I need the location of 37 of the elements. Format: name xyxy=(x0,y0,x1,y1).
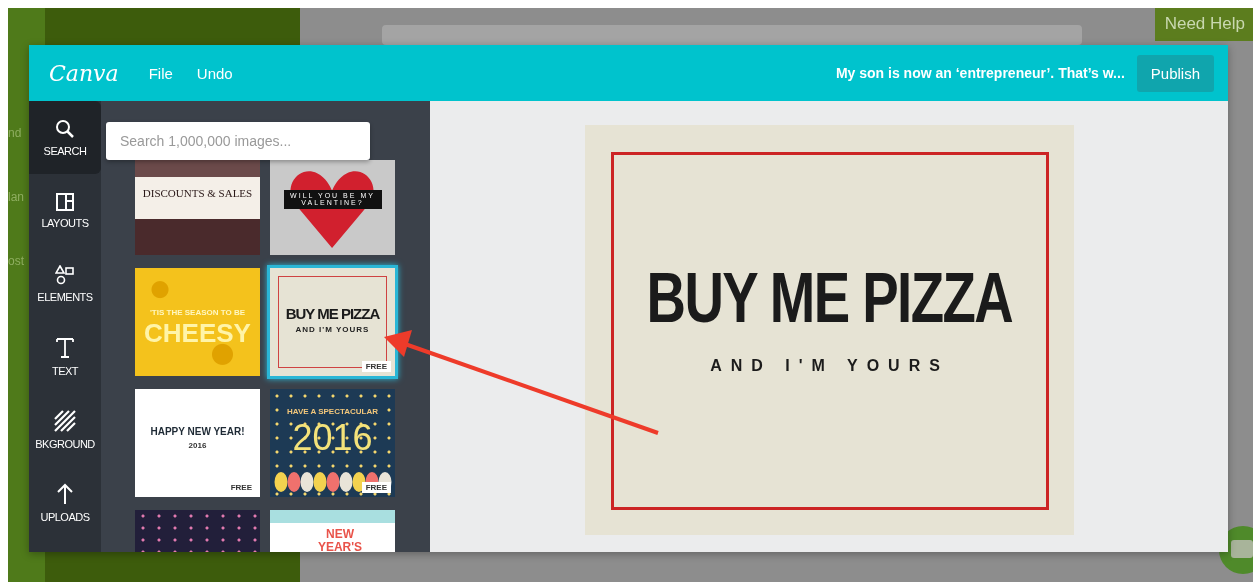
template-title: NEW YEAR'S xyxy=(316,528,364,552)
nav-tab[interactable]: ELEMENTS xyxy=(29,247,101,320)
nav-tab[interactable]: UPLOADS xyxy=(29,466,101,539)
template-title: DISCOUNTS & SALES xyxy=(142,188,253,200)
design-page[interactable]: BUY ME PIZZA AND I'M YOURS xyxy=(584,125,1074,535)
nav-tab[interactable]: TEXT xyxy=(29,320,101,393)
search-field[interactable]: Search 1,000,000 images... xyxy=(106,122,370,160)
template-subtitle: 'TIS THE SEASON TO BE xyxy=(149,308,246,317)
design-headline[interactable]: BUY ME PIZZA xyxy=(646,263,1013,333)
stripes-icon xyxy=(54,409,76,432)
free-badge: FREE xyxy=(361,361,391,372)
template-subtitle: HAVE A SPECTACULAR xyxy=(286,407,379,416)
template-thumbnail[interactable]: HAPPY NEW YEAR! 2016 FREE xyxy=(135,389,260,497)
template-thumbnail[interactable]: DISCOUNTS & SALES xyxy=(135,160,260,255)
free-badge: FREE xyxy=(361,482,391,493)
sidebar-label: ost xyxy=(8,254,25,268)
nav-tab[interactable]: BKGROUND xyxy=(29,393,101,466)
template-thumbnail[interactable]: NEW YEAR'S xyxy=(270,510,395,552)
sidebar-label: nd xyxy=(8,126,23,140)
template-title: BUY ME PIZZA xyxy=(285,306,380,322)
template-subtitle: 2016 xyxy=(188,440,207,450)
search-icon xyxy=(55,118,75,139)
layout-icon xyxy=(56,192,74,211)
shapes-icon xyxy=(55,264,75,285)
sidebar-label: lan xyxy=(8,190,25,204)
template-title: 2016 xyxy=(292,419,373,457)
nav-tab[interactable]: LAYOUTS xyxy=(29,174,101,247)
template-subtitle: AND I'M YOURS xyxy=(295,324,370,334)
design-tagline[interactable]: AND I'M YOURS xyxy=(710,357,949,375)
text-icon xyxy=(55,336,75,359)
template-title: HAPPY NEW YEAR! xyxy=(150,427,245,438)
template-title: CHEESY xyxy=(144,320,251,348)
template-thumbnail[interactable]: BUY ME PIZZA AND I'M YOURS FREE xyxy=(270,268,395,376)
upload-arrow-icon xyxy=(56,482,74,505)
template-thumbnail[interactable]: HAVE A SPECTACULAR 2016 FREE xyxy=(270,389,395,497)
composer-field[interactable] xyxy=(382,25,1082,45)
nav-tab[interactable]: SEARCH xyxy=(29,101,101,174)
